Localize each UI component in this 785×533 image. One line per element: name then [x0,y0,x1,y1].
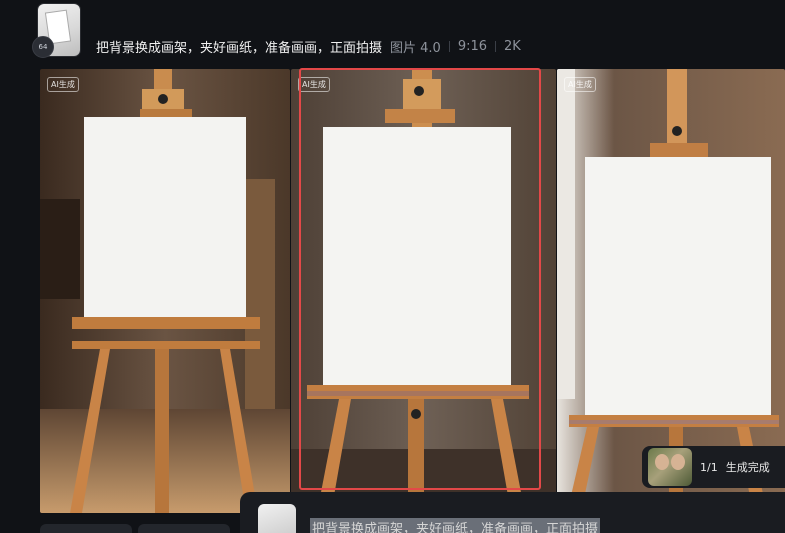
ai-generated-tag: AI生成 [564,77,596,92]
action-button[interactable] [138,524,230,533]
generation-header: 把背景换成画架，夹好画纸，准备画画，正面拍摄 图片 4.0 9:16 2K [96,36,521,56]
generation-count: 1/1 [700,460,718,474]
easel-image-1 [40,69,290,513]
resolution-label: 2K [504,38,521,54]
selected-image-outline [299,68,541,490]
generated-image-1[interactable]: AI生成 [40,69,290,513]
next-generation-card[interactable]: 把背景换成画架，夹好画纸，准备画画，正面拍摄 [240,492,785,533]
generation-status: 生成完成 [725,461,770,474]
model-label: 图片 4.0 [390,40,441,56]
next-prompt-text[interactable]: 把背景换成画架，夹好画纸，准备画画，正面拍摄 [310,518,601,533]
image-action-buttons [40,524,230,533]
avatar-badge: 64 [32,36,54,58]
aspect-ratio-label: 9:16 [457,38,488,54]
prompt-text[interactable]: 把背景换成画架，夹好画纸，准备画画，正面拍摄 [96,37,382,56]
divider [448,40,450,52]
next-reference-thumbnail[interactable] [258,504,296,533]
action-button[interactable] [40,524,132,533]
ai-generated-tag: AI生成 [47,77,79,92]
toast-thumbnail [648,448,692,486]
page: 64 把背景换成画架，夹好画纸，准备画画，正面拍摄 图片 4.0 9:16 2K [0,0,785,533]
divider [495,40,497,52]
generation-status-toast[interactable]: 1/1 生成完成 [642,446,785,488]
